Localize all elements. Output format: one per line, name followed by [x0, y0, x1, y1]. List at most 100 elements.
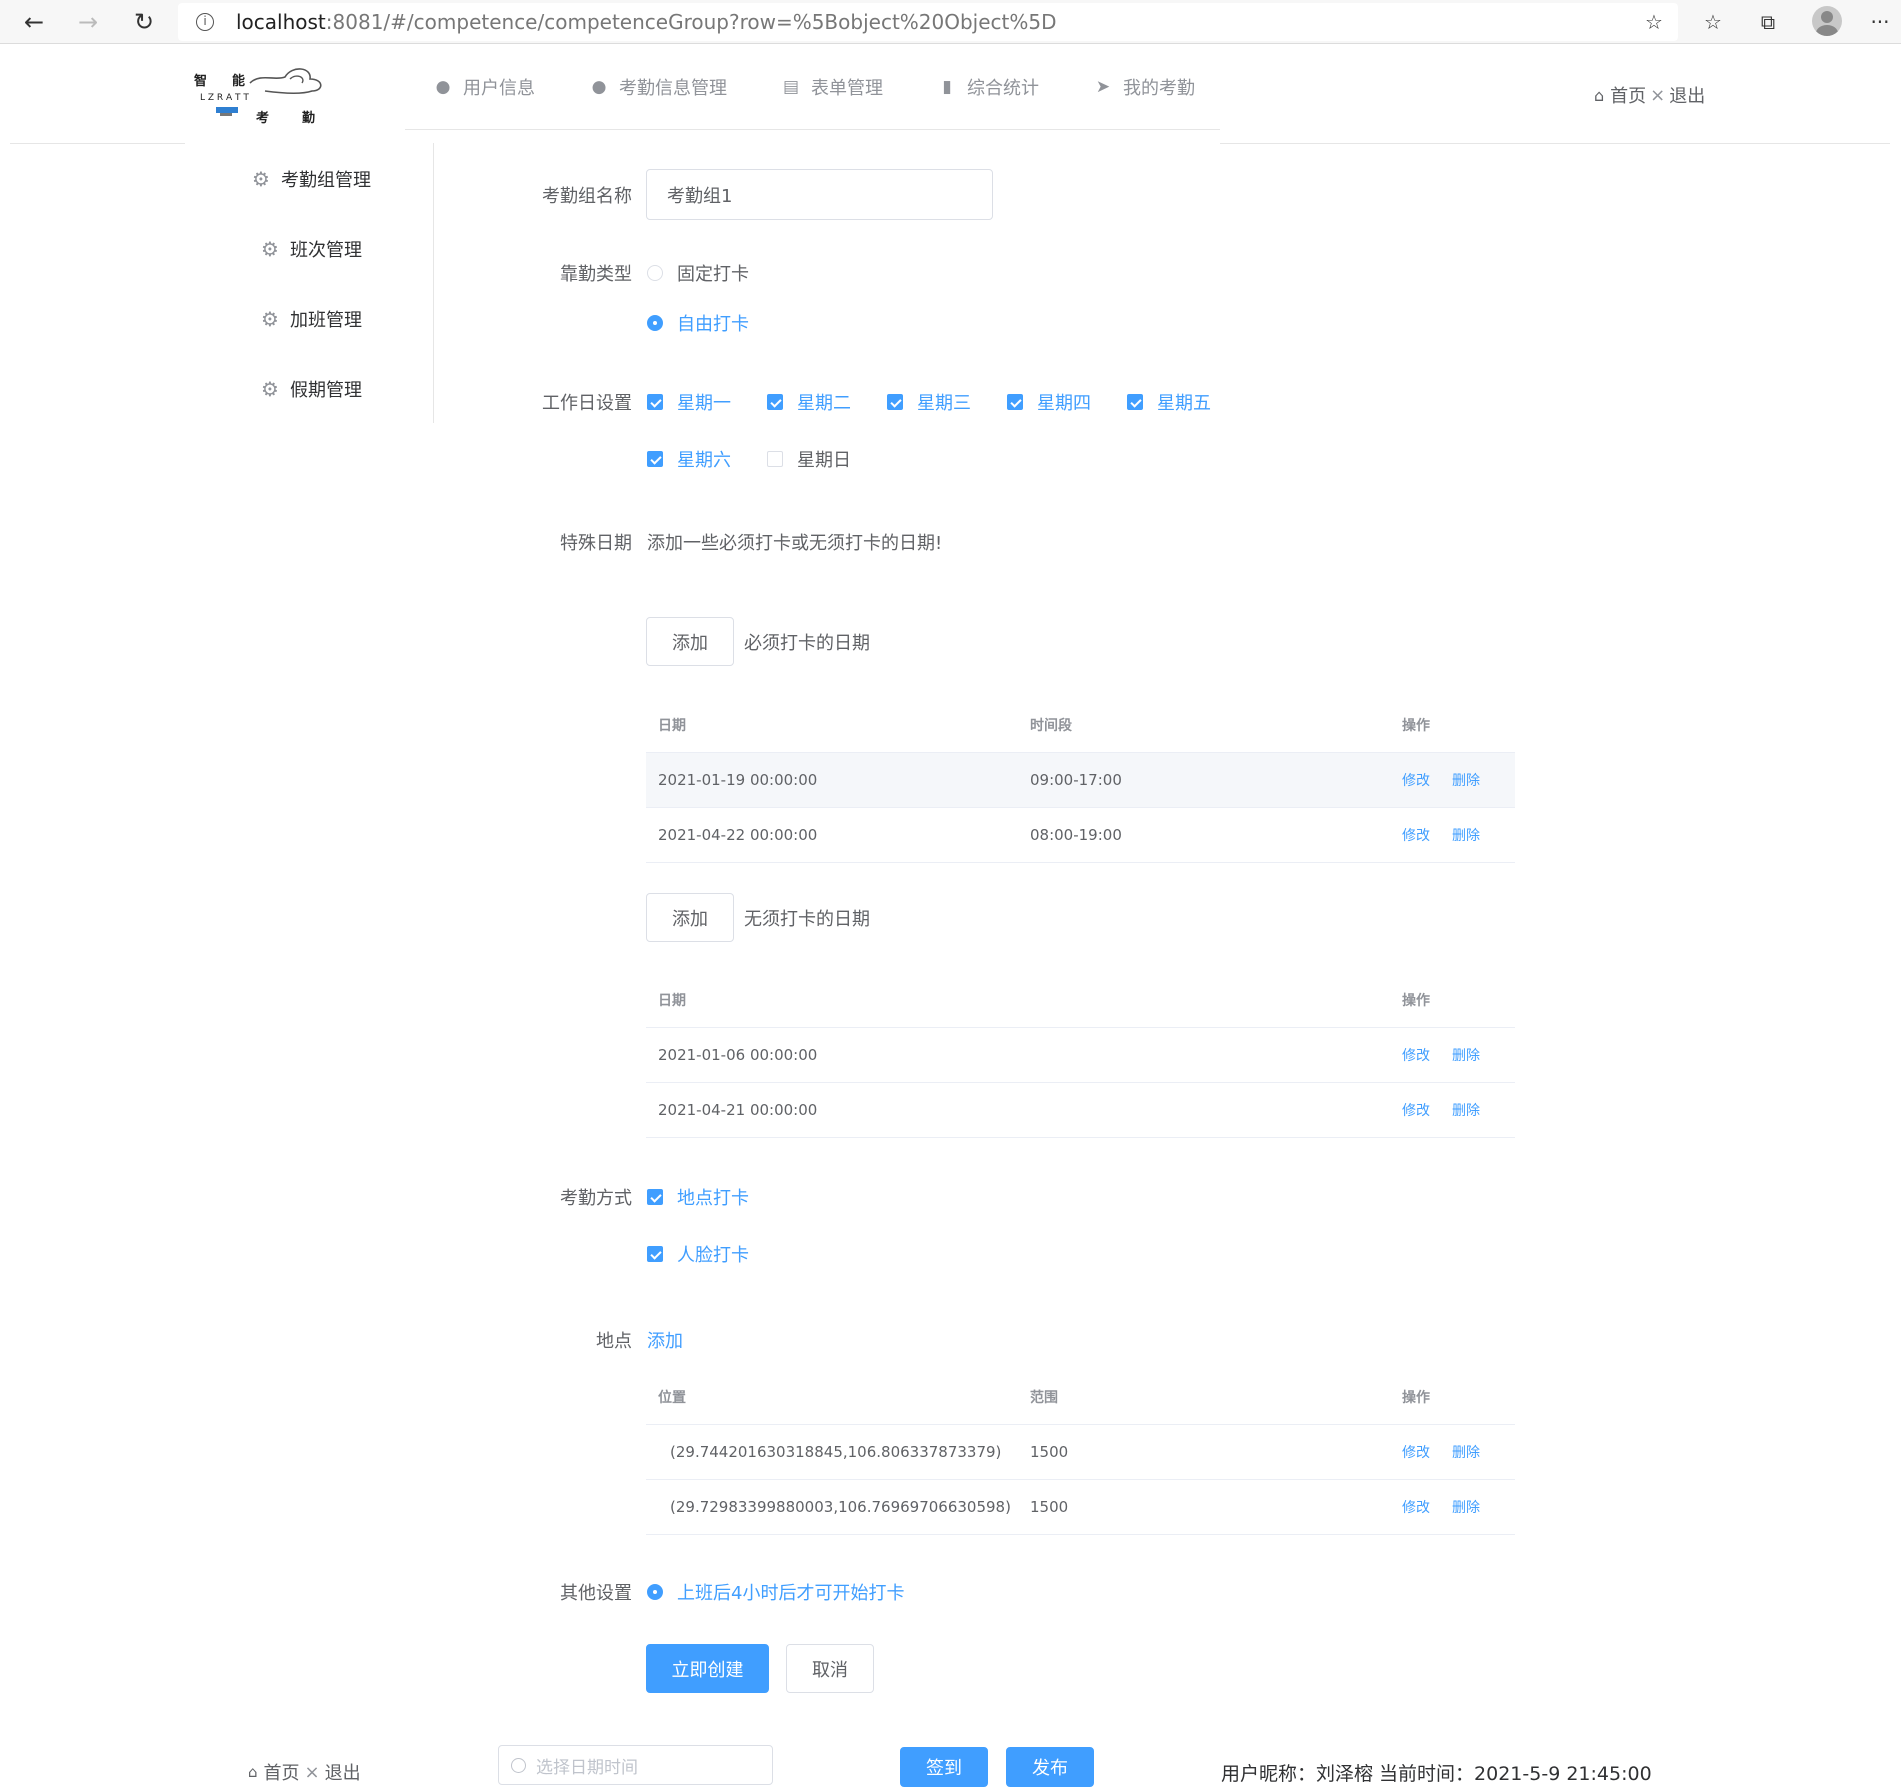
type-label: 靠勤类型 — [560, 264, 632, 285]
cancel-button[interactable]: 取消 — [786, 1644, 874, 1693]
checkbox-wed[interactable]: 星期三 — [887, 389, 971, 415]
header-actions: 操作 — [1402, 718, 1430, 734]
gear-icon: ⚙ — [261, 237, 279, 261]
divider — [1220, 143, 1890, 144]
special-label: 特殊日期 — [560, 533, 632, 554]
checkbox[interactable] — [647, 1246, 663, 1262]
divider — [10, 143, 185, 144]
group-name-input[interactable]: 考勤组1 — [646, 169, 993, 220]
nav-form-manage[interactable]: ▤ 表单管理 — [781, 74, 883, 100]
edit-link[interactable]: 修改 — [1402, 1100, 1430, 1120]
cell-time: 08:00-19:00 — [1030, 826, 1122, 844]
checkbox-location[interactable]: 地点打卡 — [647, 1184, 749, 1210]
signin-button[interactable]: 签到 — [900, 1747, 988, 1787]
nav-label: 考勤信息管理 — [619, 78, 727, 99]
nav-my-attendance[interactable]: ➤ 我的考勤 — [1093, 74, 1195, 100]
cell-date: 2021-04-22 00:00:00 — [658, 826, 818, 844]
info-icon[interactable]: i — [196, 13, 214, 31]
home-icon: ⌂ — [248, 1763, 258, 1781]
radio-button[interactable] — [647, 265, 663, 281]
radio-button[interactable] — [647, 1584, 663, 1600]
sidebar-item-label: 班次管理 — [290, 240, 362, 261]
nav-attendance-info[interactable]: ● 考勤信息管理 — [589, 74, 727, 100]
datetime-picker[interactable]: 选择日期时间 — [498, 1745, 773, 1785]
header-position: 位置 — [658, 1390, 686, 1406]
sidebar-item-attendance-group[interactable]: ⚙ 考勤组管理 — [251, 166, 371, 192]
workday-label: 工作日设置 — [542, 393, 632, 414]
sidebar-item-overtime[interactable]: ⚙ 加班管理 — [260, 306, 362, 332]
add-free-date-button[interactable]: 添加 — [646, 893, 734, 942]
add-must-date-button[interactable]: 添加 — [646, 617, 734, 666]
user-info-text: 用户昵称：刘泽榕 当前时间：2021-5-9 21:45:00 — [1221, 1763, 1652, 1785]
delete-link[interactable]: 删除 — [1452, 1442, 1480, 1462]
checkbox[interactable] — [647, 394, 663, 410]
add-location-link[interactable]: 添加 — [647, 1327, 683, 1353]
back-icon[interactable]: ← — [18, 6, 50, 38]
forward-icon[interactable]: → — [72, 6, 104, 38]
must-date-title: 必须打卡的日期 — [744, 633, 870, 654]
checkbox[interactable] — [767, 394, 783, 410]
delete-link[interactable]: 删除 — [1452, 1045, 1480, 1065]
checkbox[interactable] — [1127, 394, 1143, 410]
radio-other[interactable]: 上班后4小时后才可开始打卡 — [647, 1579, 904, 1605]
sidebar-item-holiday[interactable]: ⚙ 假期管理 — [260, 376, 362, 402]
close-icon: × — [304, 1761, 320, 1783]
radio-button[interactable] — [647, 315, 663, 331]
sidebar-item-label: 加班管理 — [290, 310, 362, 331]
checkbox[interactable] — [647, 451, 663, 467]
browser-toolbar: ← → ↻ i localhost:8081/#/competence/comp… — [0, 0, 1901, 44]
checkbox[interactable] — [1007, 394, 1023, 410]
footer-links: ⌂ 首页 × 退出 — [248, 1759, 361, 1785]
top-right-links: ⌂ 首页 × 退出 — [1594, 82, 1705, 108]
logout-link[interactable]: 退出 — [1669, 82, 1705, 108]
svg-text:考: 考 — [256, 110, 269, 126]
profile-avatar[interactable] — [1812, 6, 1842, 36]
edit-link[interactable]: 修改 — [1402, 1442, 1430, 1462]
edit-link[interactable]: 修改 — [1402, 770, 1430, 790]
collections-icon[interactable]: ⧉ — [1752, 6, 1784, 38]
checkbox-thu[interactable]: 星期四 — [1007, 389, 1091, 415]
checkbox-mon[interactable]: 星期一 — [647, 389, 731, 415]
address-bar[interactable]: i localhost:8081/#/competence/competence… — [178, 3, 1678, 41]
checkbox-face[interactable]: 人脸打卡 — [647, 1241, 749, 1267]
nav-statistics[interactable]: ▮ 综合统计 — [937, 74, 1039, 100]
home-link[interactable]: 首页 — [1610, 82, 1646, 108]
footer-home-link[interactable]: 首页 — [264, 1759, 300, 1785]
checkbox[interactable] — [887, 394, 903, 410]
gear-icon: ⚙ — [252, 167, 270, 191]
user-icon: ● — [435, 77, 451, 97]
publish-button[interactable]: 发布 — [1006, 1747, 1094, 1787]
nav-label: 综合统计 — [967, 78, 1039, 99]
svg-text:L Z R A T T: L Z R A T T — [200, 93, 249, 103]
sidebar-item-shift[interactable]: ⚙ 班次管理 — [260, 236, 362, 262]
checkbox[interactable] — [767, 451, 783, 467]
checkbox-fri[interactable]: 星期五 — [1127, 389, 1211, 415]
radio-free[interactable]: 自由打卡 — [647, 310, 749, 336]
checkbox[interactable] — [647, 1189, 663, 1205]
checkbox-tue[interactable]: 星期二 — [767, 389, 851, 415]
more-icon[interactable]: ··· — [1864, 6, 1896, 38]
delete-link[interactable]: 删除 — [1452, 825, 1480, 845]
delete-link[interactable]: 删除 — [1452, 770, 1480, 790]
form-icon: ▤ — [782, 77, 800, 97]
checkbox-sat[interactable]: 星期六 — [647, 446, 731, 472]
checkbox-sun[interactable]: 星期日 — [767, 446, 851, 472]
footer-logout-link[interactable]: 退出 — [325, 1759, 361, 1785]
create-button[interactable]: 立即创建 — [646, 1644, 769, 1693]
nav-user-info[interactable]: ● 用户信息 — [433, 74, 535, 100]
method-label: 考勤方式 — [560, 1188, 632, 1209]
reload-icon[interactable]: ↻ — [128, 6, 160, 38]
edit-link[interactable]: 修改 — [1402, 1497, 1430, 1517]
header-time: 时间段 — [1030, 718, 1072, 734]
edit-link[interactable]: 修改 — [1402, 825, 1430, 845]
user-manage-icon: ● — [591, 77, 607, 97]
nav-label: 我的考勤 — [1123, 78, 1195, 99]
favorites-icon[interactable]: ☆ — [1697, 6, 1729, 38]
chart-icon: ▮ — [942, 77, 952, 97]
delete-link[interactable]: 删除 — [1452, 1100, 1480, 1120]
favorite-add-icon[interactable]: ☆ — [1638, 6, 1670, 38]
radio-fixed[interactable]: 固定打卡 — [647, 260, 749, 286]
delete-link[interactable]: 删除 — [1452, 1497, 1480, 1517]
close-icon: × — [1650, 84, 1666, 106]
edit-link[interactable]: 修改 — [1402, 1045, 1430, 1065]
